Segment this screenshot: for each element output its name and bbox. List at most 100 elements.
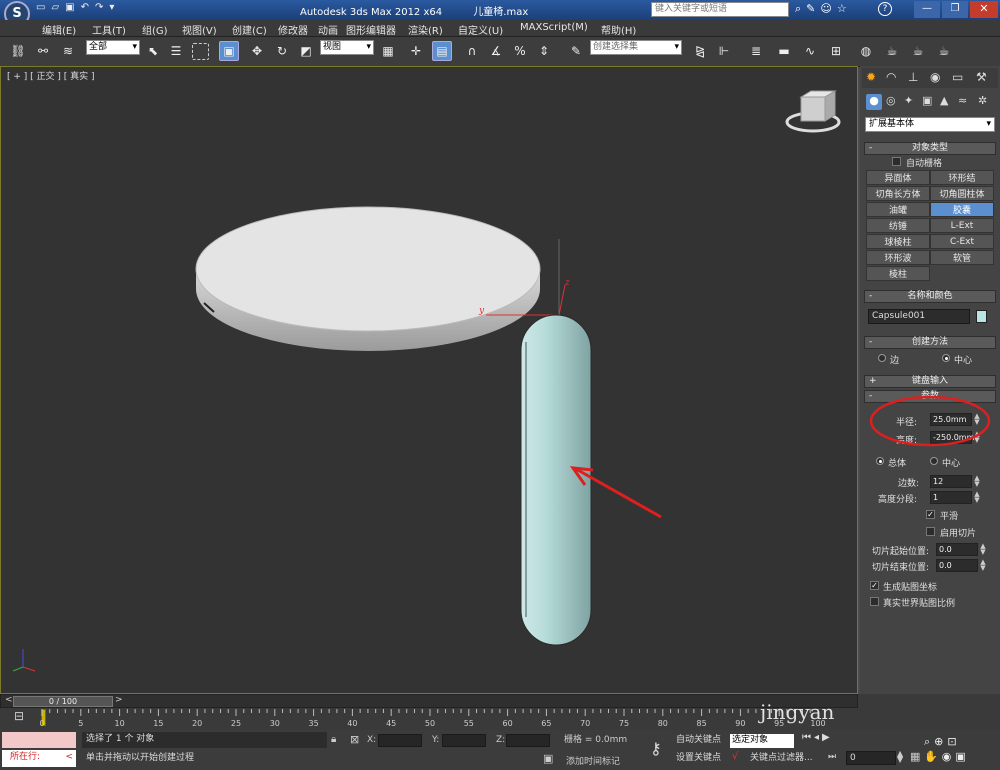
zoom-all-icon[interactable]: ⊕: [934, 735, 947, 748]
time-config-icon[interactable]: ⏭: [828, 752, 836, 762]
keyboard-shortcut-override-icon[interactable]: ▤: [432, 41, 452, 61]
spinner-snap-icon[interactable]: ⇕: [534, 41, 554, 61]
chamfer-box-button[interactable]: 切角长方体: [866, 186, 930, 201]
maxscript-listener-top[interactable]: [2, 732, 76, 748]
spindle-button[interactable]: 纺锤: [866, 218, 930, 233]
time-configuration-icon[interactable]: ▦: [910, 750, 920, 763]
menu-graph-editors[interactable]: 图形编辑器: [346, 22, 396, 37]
snaps-toggle-icon[interactable]: ∩: [462, 41, 482, 61]
overall-radio[interactable]: [876, 457, 884, 465]
orbit-icon[interactable]: ◉: [942, 750, 956, 763]
slice-on-checkbox[interactable]: [926, 527, 935, 536]
save-icon[interactable]: ▣: [65, 2, 80, 13]
schematic-view-icon[interactable]: ⊞: [826, 41, 846, 61]
maxscript-listener-bottom[interactable]: 所在行: <: [2, 750, 76, 767]
spacewarps-icon[interactable]: ≈: [958, 94, 967, 107]
add-time-tag-button[interactable]: 添加时间标记: [566, 754, 620, 767]
binoculars-icon[interactable]: ⌕: [795, 2, 806, 15]
pivot-center-icon[interactable]: ▦: [378, 41, 398, 61]
oil-tank-button[interactable]: 油罐: [866, 202, 930, 217]
bind-spacewarp-icon[interactable]: ≋: [58, 41, 78, 61]
user-icon[interactable]: ☺: [820, 2, 836, 15]
menu-animation[interactable]: 动画: [318, 22, 338, 37]
perspective-viewport[interactable]: [ + ] [ 正交 ] [ 真实 ] y z: [0, 66, 858, 694]
helpers-icon[interactable]: ▲: [940, 94, 948, 107]
star-icon[interactable]: ☆: [837, 2, 852, 15]
absolute-mode-icon[interactable]: ⊠: [350, 733, 359, 746]
hierarchy-tab-icon[interactable]: ⊥: [908, 70, 918, 84]
auto-key-button[interactable]: 自动关键点: [676, 734, 728, 748]
lights-icon[interactable]: ✦: [904, 94, 913, 107]
chamfer-cyl-button[interactable]: 切角圆柱体: [930, 186, 994, 201]
center-radio[interactable]: [942, 354, 950, 362]
named-selection-dropdown[interactable]: 创建选择集 ▾: [590, 40, 682, 55]
menu-edit[interactable]: 编辑(E): [42, 22, 76, 37]
dropdown-icon[interactable]: ▾: [109, 2, 120, 13]
zoom-extents-icon[interactable]: ⊡: [947, 735, 960, 748]
selection-filter-dropdown[interactable]: 全部 ▾: [86, 40, 140, 55]
edge-radio[interactable]: [878, 354, 886, 362]
gengon-button[interactable]: 球棱柱: [866, 234, 930, 249]
sides-spinner[interactable]: 12: [930, 475, 972, 488]
spinner-arrows-icon[interactable]: ▲ ▼: [897, 750, 903, 764]
menu-help[interactable]: 帮助(H): [601, 22, 636, 37]
geometry-icon[interactable]: ●: [866, 94, 882, 110]
key-filters-button[interactable]: 关键点过滤器...: [750, 752, 830, 766]
menu-customize[interactable]: 自定义(U): [458, 22, 503, 37]
creation-method-rollout-header[interactable]: - 创建方法: [864, 336, 996, 349]
track-bar[interactable]: 0 5 10 15 20 25 30 35 40 45 50 55 60 65 70 75 80 85 90 95 10…: [38, 709, 858, 730]
gen-map-coords-checkbox[interactable]: ✓: [870, 581, 879, 590]
height-segs-spinner[interactable]: 1: [930, 491, 972, 504]
spinner-arrows-icon[interactable]: ▲ ▼: [973, 491, 981, 504]
motion-tab-icon[interactable]: ◉: [930, 70, 940, 84]
menu-maxscript[interactable]: MAXScript(M): [520, 22, 588, 33]
edit-named-selection-icon[interactable]: ✎: [566, 41, 586, 61]
tabletop-disk[interactable]: [195, 206, 541, 351]
rotate-icon[interactable]: ↻: [272, 41, 292, 61]
select-manipulate-icon[interactable]: ✛: [406, 41, 426, 61]
centers-radio[interactable]: [930, 457, 938, 465]
material-editor-icon[interactable]: ◍: [856, 41, 876, 61]
menu-rendering[interactable]: 渲染(R): [408, 22, 443, 37]
prism-button[interactable]: 棱柱: [866, 266, 930, 281]
move-icon[interactable]: ✥: [247, 41, 267, 61]
x-coord-field[interactable]: [378, 734, 422, 747]
c-ext-button[interactable]: C-Ext: [930, 234, 994, 249]
minimize-button[interactable]: —: [914, 1, 940, 18]
rendered-frame-icon[interactable]: ☕: [908, 41, 928, 61]
open-file-icon[interactable]: ▱: [51, 2, 65, 13]
search-input[interactable]: 键入关键字或短语: [651, 2, 789, 17]
menu-views[interactable]: 视图(V): [182, 22, 217, 37]
mirror-icon[interactable]: ⧎: [690, 41, 710, 61]
object-color-swatch[interactable]: [976, 310, 987, 323]
create-tab-icon[interactable]: ✹: [866, 70, 876, 84]
select-by-name-icon[interactable]: ☰: [166, 41, 186, 61]
object-type-rollout-header[interactable]: - 对象类型: [864, 142, 996, 155]
time-slider-thumb[interactable]: 0 / 100: [13, 696, 113, 707]
cameras-icon[interactable]: ▣: [922, 94, 932, 107]
redo-icon[interactable]: ↷: [95, 2, 109, 13]
spinner-arrows-icon[interactable]: ▲ ▼: [979, 543, 987, 556]
utilities-tab-icon[interactable]: ⚒: [976, 70, 987, 84]
render-setup-icon[interactable]: ☕: [882, 41, 902, 61]
hose-button[interactable]: 软管: [930, 250, 994, 265]
torus-knot-button[interactable]: 环形结: [930, 170, 994, 185]
layer-manager-icon[interactable]: ≣: [746, 41, 766, 61]
time-slider[interactable]: < 0 / 100 >: [0, 694, 858, 708]
slice-from-spinner[interactable]: 0.0: [936, 543, 978, 556]
time-tag-icon[interactable]: ▣: [543, 752, 553, 765]
shapes-icon[interactable]: ◎: [886, 94, 896, 107]
smooth-checkbox[interactable]: ✓: [926, 510, 935, 519]
pan-icon[interactable]: ✋: [924, 750, 942, 763]
real-world-map-checkbox[interactable]: [870, 597, 879, 606]
current-frame-field[interactable]: 0: [846, 751, 896, 765]
window-crossing-icon[interactable]: ▣: [219, 41, 239, 61]
render-production-icon[interactable]: ☕: [934, 41, 954, 61]
close-button[interactable]: ✕: [970, 1, 998, 18]
menu-group[interactable]: 组(G): [142, 22, 168, 37]
menu-tools[interactable]: 工具(T): [92, 22, 126, 37]
capsule-button[interactable]: 胶囊: [930, 202, 994, 217]
z-coord-field[interactable]: [506, 734, 550, 747]
set-key-button[interactable]: 设置关键点: [676, 752, 728, 766]
new-file-icon[interactable]: ▭: [36, 2, 51, 13]
